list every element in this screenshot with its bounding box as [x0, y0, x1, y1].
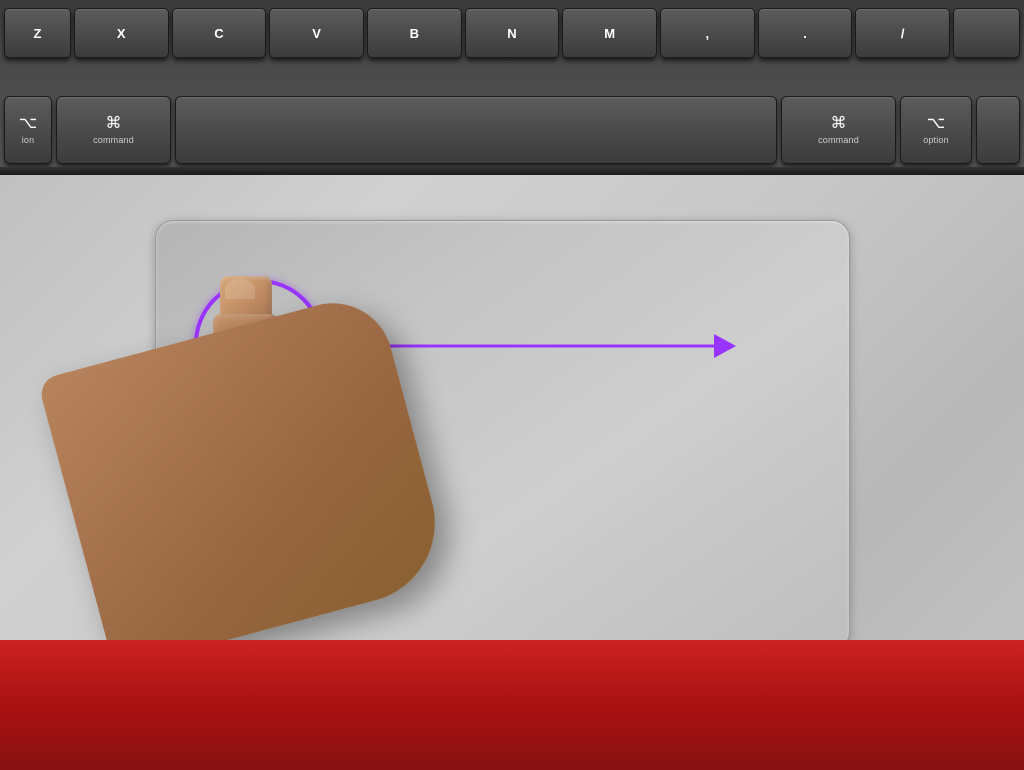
command-right-symbol: ⌘: [831, 116, 847, 132]
command-right-label: command: [818, 135, 859, 145]
option-right-label: option: [923, 135, 949, 145]
key-command-left[interactable]: ⌘ command: [56, 96, 171, 164]
key-command-right[interactable]: ⌘ command: [781, 96, 896, 164]
key-c[interactable]: C: [172, 8, 267, 58]
keyboard-area: Z X C V B N M , . / ⌥ ion ⌘ command: [0, 0, 1024, 175]
key-space[interactable]: [175, 96, 777, 164]
command-left-label: command: [93, 135, 134, 145]
key-z[interactable]: Z: [4, 8, 71, 58]
key-n[interactable]: N: [465, 8, 560, 58]
key-comma[interactable]: ,: [660, 8, 755, 58]
option-right-symbol: ⌥: [927, 116, 945, 132]
command-left-symbol: ⌘: [106, 116, 122, 132]
key-period[interactable]: .: [758, 8, 853, 58]
key-b[interactable]: B: [367, 8, 462, 58]
key-m[interactable]: M: [562, 8, 657, 58]
fn-symbol: ⌥: [19, 116, 37, 132]
keyboard-top-row: Z X C V B N M , . /: [0, 3, 1024, 63]
keyboard-bottom-row: ⌥ ion ⌘ command ⌘ command ⌥ option: [0, 91, 1024, 169]
fn-label: ion: [22, 135, 35, 145]
key-x[interactable]: X: [74, 8, 169, 58]
key-option-right[interactable]: ⌥ option: [900, 96, 972, 164]
key-fn[interactable]: ⌥ ion: [4, 96, 52, 164]
arrow-head: [714, 334, 736, 358]
red-cloth: [0, 640, 1024, 770]
screenshot-container: Z X C V B N M , . / ⌥ ion ⌘ command: [0, 0, 1024, 770]
key-rshift[interactable]: [953, 8, 1020, 58]
key-v[interactable]: V: [269, 8, 364, 58]
keyboard-bezel: [0, 167, 1024, 175]
trackpad-container: [0, 175, 1024, 770]
hand-body: [70, 330, 420, 630]
hand-shape: [37, 290, 453, 670]
key-far-right[interactable]: [976, 96, 1020, 164]
key-slash[interactable]: /: [855, 8, 950, 58]
